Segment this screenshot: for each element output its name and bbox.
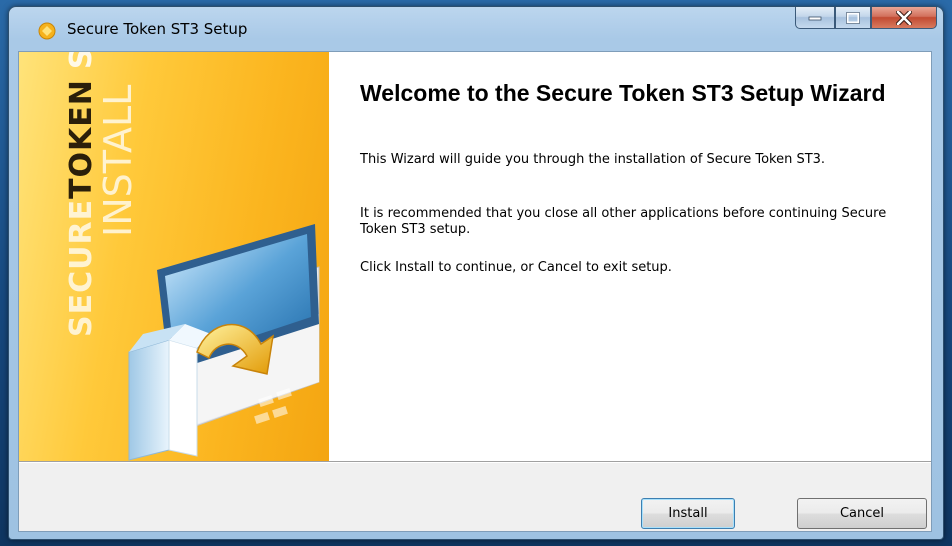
brand-secure-text: SECURE bbox=[64, 199, 99, 337]
maximize-button[interactable] bbox=[835, 7, 871, 29]
window-title: Secure Token ST3 Setup bbox=[67, 20, 248, 38]
footer-divider bbox=[19, 461, 931, 463]
cancel-button[interactable]: Cancel bbox=[797, 498, 927, 529]
minimize-icon bbox=[808, 16, 822, 20]
setup-window: Secure Token ST3 Setup SECURETOKEN INSTA… bbox=[8, 6, 944, 540]
caption-buttons bbox=[795, 7, 937, 29]
close-icon bbox=[896, 10, 912, 25]
maximize-icon bbox=[846, 11, 860, 24]
wizard-banner: SECURETOKEN ST3 INSTALL bbox=[19, 52, 329, 461]
client-area: SECURETOKEN ST3 INSTALL bbox=[18, 51, 932, 532]
welcome-content: Welcome to the Secure Token ST3 Setup Wi… bbox=[329, 52, 931, 461]
install-button[interactable]: Install bbox=[641, 498, 735, 529]
brand-model-text: ST3 bbox=[64, 52, 99, 69]
minimize-button[interactable] bbox=[795, 7, 835, 29]
title-bar[interactable]: Secure Token ST3 Setup bbox=[9, 7, 943, 51]
app-icon bbox=[38, 22, 56, 40]
instruction-text: Click Install to continue, or Cancel to … bbox=[360, 260, 672, 275]
close-button[interactable] bbox=[871, 7, 937, 29]
svg-text:SECURETOKENST3: SECURETOKEN ST3 bbox=[64, 52, 99, 337]
brand-install-text: INSTALL bbox=[96, 85, 140, 237]
intro-text: This Wizard will guide you through the i… bbox=[360, 152, 826, 167]
brand-token-text: TOKEN bbox=[64, 79, 99, 199]
recommendation-text: It is recommended that you close all oth… bbox=[360, 206, 887, 237]
welcome-title: Welcome to the Secure Token ST3 Setup Wi… bbox=[360, 80, 886, 106]
installer-box-computer-icon: SECURETOKEN ST3 INSTALL bbox=[64, 52, 320, 461]
